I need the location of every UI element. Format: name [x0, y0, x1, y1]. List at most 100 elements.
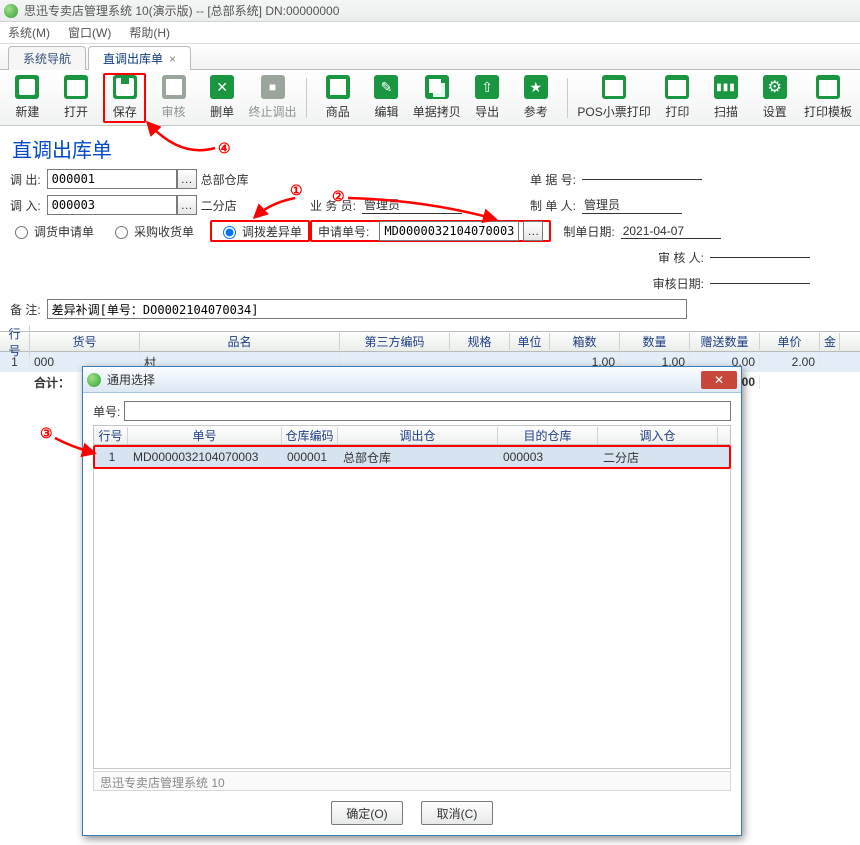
cell: 1: [95, 450, 129, 464]
pos-print-button[interactable]: POS小票打印: [578, 73, 650, 123]
btn-label: 新建: [15, 103, 39, 120]
dialog-row-highlight: 1 MD0000032104070003 000001 总部仓库 000003 …: [93, 445, 731, 469]
cell: 1: [0, 355, 30, 369]
scan-button[interactable]: 扫描: [705, 73, 748, 123]
dcol-wh[interactable]: 仓库编码: [282, 427, 338, 444]
edit-button[interactable]: 编辑: [365, 73, 408, 123]
dcol-row[interactable]: 行号: [94, 427, 128, 444]
dcol-no[interactable]: 单号: [128, 427, 282, 444]
btn-label: POS小票打印: [577, 103, 650, 120]
col-box[interactable]: 箱数: [550, 333, 620, 350]
open-icon: [64, 75, 88, 99]
settings-button[interactable]: 设置: [753, 73, 796, 123]
col-unit[interactable]: 单位: [510, 333, 550, 350]
print-template-button[interactable]: 打印模板: [802, 73, 854, 123]
menu-system[interactable]: 系统(M): [8, 24, 50, 41]
radio-request[interactable]: 调货申请单: [10, 223, 94, 240]
remark-input[interactable]: [47, 299, 687, 319]
print-button[interactable]: 打印: [656, 73, 699, 123]
out-lookup-button[interactable]: …: [177, 169, 197, 189]
apply-lookup-button[interactable]: …: [523, 221, 543, 241]
biz-value: 管理员: [362, 196, 462, 214]
dialog-cancel-button[interactable]: 取消(C): [421, 801, 493, 825]
apply-label: 申请单号:: [318, 223, 369, 240]
apply-no-input[interactable]: [379, 221, 519, 241]
tab-close-icon[interactable]: ×: [169, 52, 176, 66]
dialog-row[interactable]: 1 MD0000032104070003 000001 总部仓库 000003 …: [95, 447, 729, 467]
dialog-app-icon: [87, 373, 101, 387]
tab-system-nav[interactable]: 系统导航: [8, 46, 86, 70]
auditdate-value: [710, 283, 810, 284]
col-third[interactable]: 第三方编码: [340, 333, 450, 350]
maker-value: 管理员: [582, 196, 682, 214]
col-spec[interactable]: 规格: [450, 333, 510, 350]
col-extra[interactable]: 金: [820, 333, 840, 350]
template-icon: [816, 75, 840, 99]
cell: 000003: [499, 450, 599, 464]
goods-button[interactable]: 商品: [316, 73, 359, 123]
in-code-input[interactable]: [47, 195, 177, 215]
docno-label: 单 据 号:: [530, 171, 576, 188]
open-button[interactable]: 打开: [55, 73, 98, 123]
col-code[interactable]: 货号: [30, 333, 140, 350]
out-label: 调 出:: [10, 171, 41, 188]
copy-button[interactable]: 单据拷贝: [414, 73, 460, 123]
col-name[interactable]: 品名: [140, 333, 340, 350]
export-button[interactable]: 导出: [466, 73, 509, 123]
dialog-grid-body[interactable]: [93, 469, 731, 769]
dialog-close-button[interactable]: ✕: [701, 371, 737, 389]
dialog-search-label: 单号:: [93, 403, 120, 420]
save-button[interactable]: 保存: [103, 73, 146, 123]
menu-help[interactable]: 帮助(H): [129, 24, 170, 41]
cell: 二分店: [599, 449, 719, 466]
window-titlebar: 思迅专卖店管理系统 10(演示版) -- [总部系统] DN:00000000: [0, 0, 860, 22]
select-dialog: 通用选择 ✕ 单号: 行号 单号 仓库编码 调出仓 目的仓库 调入仓 1 MD0…: [82, 366, 742, 836]
doc-title: 直调出库单: [12, 134, 850, 163]
dcol-dst[interactable]: 目的仓库: [498, 427, 598, 444]
delete-button[interactable]: 删单: [201, 73, 244, 123]
btn-label: 确定(O): [346, 805, 387, 822]
col-qty[interactable]: 数量: [620, 333, 690, 350]
apply-no-highlight: 申请单号: …: [310, 220, 551, 242]
radio-label: 调货申请单: [34, 223, 94, 240]
btn-label: 编辑: [374, 103, 398, 120]
docno-value: [582, 179, 702, 180]
btn-label: 保存: [113, 103, 137, 120]
toolbar: 新建 打开 保存 审核 删单 终止调出 商品 编辑 单据拷贝 导出 参考 POS…: [0, 70, 860, 126]
stop-button[interactable]: 终止调出: [250, 73, 296, 123]
dialog-statusbar: 思迅专卖店管理系统 10: [93, 771, 731, 791]
tab-label: 直调出库单: [103, 52, 163, 66]
reference-button[interactable]: 参考: [514, 73, 557, 123]
audit-button[interactable]: 审核: [152, 73, 195, 123]
annotation-3: ③: [40, 425, 53, 442]
col-price[interactable]: 单价: [760, 333, 820, 350]
dialog-search-input[interactable]: [124, 401, 731, 421]
dcol-out[interactable]: 调出仓: [338, 427, 498, 444]
dialog-ok-button[interactable]: 确定(O): [331, 801, 403, 825]
reference-icon: [524, 75, 548, 99]
new-icon: [15, 75, 39, 99]
btn-label: 商品: [326, 103, 350, 120]
in-lookup-button[interactable]: …: [177, 195, 197, 215]
tab-label: 系统导航: [23, 52, 71, 66]
tab-direct-out[interactable]: 直调出库单 ×: [88, 46, 191, 70]
btn-label: 设置: [763, 103, 787, 120]
in-name-text: 二分店: [201, 197, 237, 214]
col-gift[interactable]: 赠送数量: [690, 333, 760, 350]
menubar: 系统(M) 窗口(W) 帮助(H): [0, 22, 860, 44]
gear-icon: [763, 75, 787, 99]
menu-window[interactable]: 窗口(W): [68, 24, 111, 41]
col-rownum[interactable]: 行号: [0, 325, 30, 359]
auditor-value: [710, 257, 810, 258]
dcol-in[interactable]: 调入仓: [598, 427, 718, 444]
new-button[interactable]: 新建: [6, 73, 49, 123]
out-code-input[interactable]: [47, 169, 177, 189]
separator: [567, 78, 568, 118]
btn-label: 打印: [665, 103, 689, 120]
cell: MD0000032104070003: [129, 450, 283, 464]
btn-label: 删单: [210, 103, 234, 120]
radio-diff[interactable]: 调拨差异单: [218, 223, 302, 240]
radio-diff-highlight: 调拨差异单: [210, 220, 310, 242]
btn-label: 参考: [524, 103, 548, 120]
radio-purchase[interactable]: 采购收货单: [110, 223, 194, 240]
